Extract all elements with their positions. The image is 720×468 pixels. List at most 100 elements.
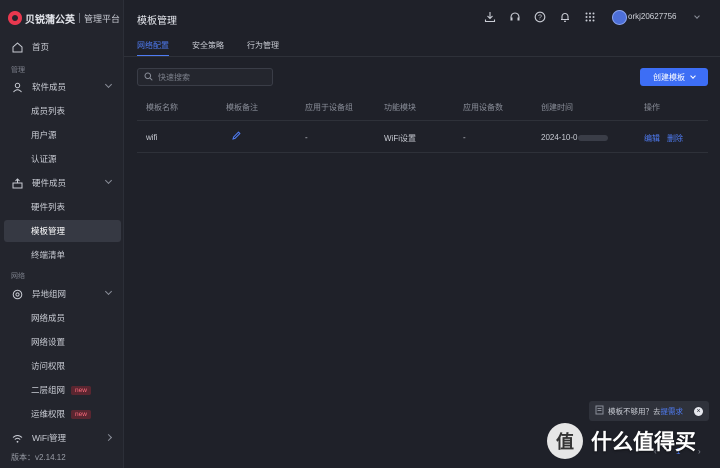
column-header-name: 模板名称 [146, 103, 178, 112]
sidebar-item-hardware-members[interactable]: 硬件成员 [4, 172, 121, 194]
sidebar-item-label: 二层组网 [31, 385, 66, 395]
delete-link[interactable]: 删除 [667, 133, 683, 144]
feedback-link[interactable]: 提需求 [661, 406, 684, 417]
sidebar-item-label: 异地组网 [32, 289, 67, 299]
new-badge: new [71, 409, 91, 419]
sidebar-item-access-permission[interactable]: 访问权限 [4, 355, 121, 377]
sidebar-item-network-members[interactable]: 网络成员 [4, 307, 121, 329]
sidebar-item-label: 用户源 [31, 130, 57, 140]
document-icon [595, 405, 604, 417]
chevron-down-icon[interactable] [694, 13, 700, 19]
chevron-down-icon [104, 176, 113, 185]
create-template-button[interactable]: 创建模板 [640, 68, 708, 86]
apps-grid-icon[interactable] [584, 11, 596, 23]
watermark-logo: 值 [547, 423, 583, 459]
brand[interactable]: 贝锐蒲公英 管理平台 [8, 10, 120, 26]
brand-logo [8, 11, 22, 25]
sidebar-item-label: 网络成员 [31, 313, 66, 323]
column-header-device-group: 应用于设备组 [305, 103, 353, 112]
feedback-banner[interactable]: 模板不够用？去 提需求 × [589, 401, 709, 421]
sidebar-item-home[interactable]: 首页 [4, 36, 121, 58]
cell-device-group: - [305, 133, 308, 142]
sidebar-item-label: 终端清单 [31, 250, 66, 260]
page-title: 模板管理 [137, 16, 177, 27]
wifi-icon [11, 432, 23, 444]
watermark: 值 什么值得买 [547, 422, 696, 460]
sidebar-item-member-list[interactable]: 成员列表 [4, 100, 121, 122]
cell-module: WiFi设置 [384, 134, 416, 143]
cell-template-name: wifi [146, 133, 158, 142]
sidebar-item-layer2-network[interactable]: 二层组网 new [4, 379, 121, 401]
new-badge: new [71, 385, 91, 395]
redacted-blur [578, 134, 609, 141]
feedback-text: 模板不够用？去 [608, 406, 661, 416]
column-header-created-time: 创建时间 [541, 103, 573, 112]
sidebar-item-label: 软件成员 [32, 82, 67, 92]
sidebar-item-label: 网络设置 [31, 337, 66, 347]
tab-bar: 网络配置 安全策略 行为管理 [137, 40, 302, 57]
close-icon[interactable]: × [694, 407, 703, 416]
brand-subtitle: 管理平台 [84, 13, 121, 24]
sidebar-item-terminal-list[interactable]: 终端清单 [4, 244, 121, 266]
table-row-divider [137, 152, 708, 153]
search-input[interactable] [158, 72, 258, 82]
sidebar-item-wifi-manage[interactable]: WiFi管理 [4, 427, 121, 449]
sidebar-item-remote-network[interactable]: 异地组网 [4, 283, 121, 305]
created-time-text: 2024-10-0 [541, 133, 578, 142]
sidebar-item-ops-permission[interactable]: 运维权限 new [4, 403, 121, 425]
sidebar-item-label: 模板管理 [31, 226, 66, 236]
headset-icon[interactable] [509, 11, 521, 23]
edit-remark-icon[interactable] [232, 131, 241, 142]
username[interactable]: orkj20627756 [628, 12, 692, 21]
watermark-text: 什么值得买 [591, 430, 696, 454]
sidebar: 贝锐蒲公英 管理平台 首页 管理 软件成员 成员列表 用户源 认证源 硬件成员 … [0, 0, 124, 468]
sidebar-item-template-manage[interactable]: 模板管理 [4, 220, 121, 242]
hardware-icon [11, 177, 23, 189]
sidebar-item-label: 认证源 [31, 154, 57, 164]
user-icon [11, 81, 23, 93]
chevron-right-icon [104, 433, 113, 442]
brand-divider [79, 13, 80, 23]
sidebar-item-hardware-list[interactable]: 硬件列表 [4, 196, 121, 218]
sidebar-item-label: WiFi管理 [32, 433, 66, 443]
tab-security-policy[interactable]: 安全策略 [192, 40, 224, 57]
sidebar-section-manage: 管理 [11, 67, 25, 74]
svg-text:?: ? [538, 14, 542, 21]
sidebar-item-software-members[interactable]: 软件成员 [4, 76, 121, 98]
sidebar-item-label: 首页 [32, 42, 50, 52]
sidebar-item-network-settings[interactable]: 网络设置 [4, 331, 121, 353]
sidebar-item-label: 访问权限 [31, 361, 66, 371]
cell-created-time: 2024-10-0 [541, 133, 609, 142]
sidebar-section-network: 网络 [11, 273, 25, 280]
chevron-down-icon [104, 80, 113, 89]
sidebar-item-label: 硬件成员 [32, 178, 67, 188]
search-box[interactable] [137, 68, 273, 86]
create-template-label: 创建模板 [653, 72, 685, 82]
sidebar-item-label: 运维权限 [31, 409, 66, 419]
bell-icon[interactable] [559, 11, 571, 23]
version-label: 版本：v2.14.12 [11, 453, 66, 462]
edit-link[interactable]: 编辑 [644, 133, 660, 144]
table-header-divider [137, 120, 708, 121]
brand-name: 贝锐蒲公英 [25, 14, 75, 26]
sidebar-item-user-source[interactable]: 用户源 [4, 124, 121, 146]
sidebar-item-auth-source[interactable]: 认证源 [4, 148, 121, 170]
column-header-actions: 操作 [644, 103, 660, 112]
download-icon[interactable] [484, 11, 496, 23]
avatar[interactable] [612, 10, 627, 25]
column-header-device-count: 应用设备数 [463, 103, 503, 112]
home-icon [11, 41, 23, 53]
column-header-module: 功能模块 [384, 103, 416, 112]
pagination-next[interactable]: › [698, 447, 701, 456]
sidebar-item-label: 成员列表 [31, 106, 66, 116]
network-icon [11, 288, 23, 300]
sidebar-item-label: 硬件列表 [31, 202, 66, 212]
chevron-down-icon [104, 287, 113, 296]
tab-behavior-manage[interactable]: 行为管理 [247, 40, 279, 57]
search-icon [144, 72, 153, 83]
help-icon[interactable]: ? [534, 11, 546, 23]
cell-device-count: - [463, 133, 466, 142]
chevron-down-icon [690, 73, 696, 79]
column-header-remark: 模板备注 [226, 103, 258, 112]
tab-network-config[interactable]: 网络配置 [137, 40, 169, 57]
